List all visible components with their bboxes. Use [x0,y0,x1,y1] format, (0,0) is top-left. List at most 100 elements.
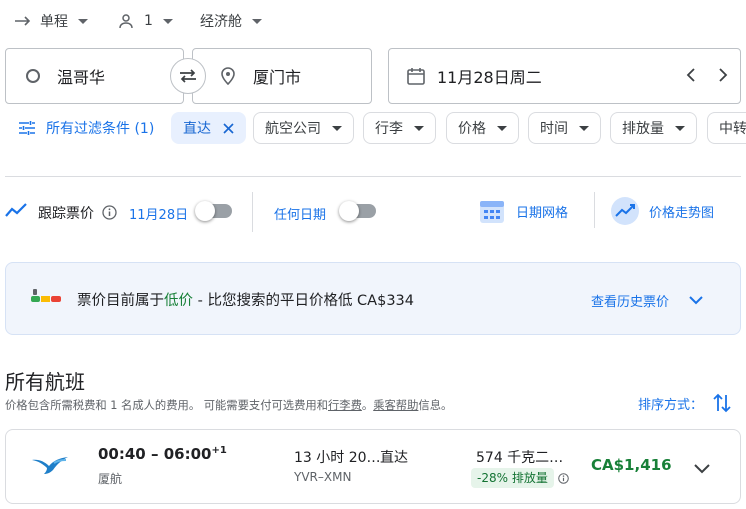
flight-stops: 直达 [380,450,408,466]
any-date-toggle[interactable] [339,201,376,221]
filter-chip-price[interactable]: 价格 [446,112,519,144]
trip-type-select[interactable]: 单程 [14,10,88,32]
chevron-down-icon [694,464,710,474]
info-icon[interactable] [102,205,117,220]
chip-label: 时间 [540,121,568,137]
flight-result-card[interactable]: 00:40 – 06:00+1 厦航 13 小时 20… 直达 YVR–XMN … [5,429,741,504]
track-date-label: 11月28日 [129,208,189,223]
destination-value: 厦门市 [253,68,302,87]
destination-field[interactable]: 厦门市 [192,48,372,104]
cabin-class-label: 经济舱 [200,14,242,30]
flight-duration: 13 小时 20… [294,450,381,466]
next-date-button[interactable] [718,67,728,87]
person-icon [119,14,133,29]
price-note: 价格包含所需税费和 1 名成人的费用。 可能需要支付可选费用和行李费。乘客帮助信… [5,397,452,413]
all-filters-label: 所有过滤条件 (1) [46,121,155,137]
prev-date-button[interactable] [686,67,696,87]
flight-emissions: 574 千克二… [476,450,564,466]
circle-icon [26,69,40,83]
chevron-down-icon [689,296,703,305]
flight-time-range: 00:40 – 06:00 [98,445,212,463]
toggle-knob [339,201,359,221]
chevron-down-icon [252,18,262,24]
track-prices-label: 跟踪票价 [38,206,94,222]
divider [252,192,253,232]
any-date-label: 任何日期 [274,208,327,223]
chevron-down-icon [675,125,685,131]
toggle-knob [195,201,215,221]
date-grid-label: 日期网格 [516,205,569,221]
emissions-badge: -28% 排放量 [471,468,554,488]
passengers-select[interactable]: 1 [118,10,173,32]
info-icon[interactable] [558,473,569,484]
results-heading: 所有航班 [5,370,85,394]
chevron-down-icon [579,125,589,131]
insight-text: 票价目前属于低价 - 比您搜索的平日价格低 CA$334 [77,289,414,310]
chip-label: 价格 [458,121,486,137]
trend-icon [5,203,27,217]
chevron-right-icon [719,68,728,82]
date-grid-icon [480,201,504,223]
passenger-help-link[interactable]: 乘客帮助 [373,399,418,412]
insight-prefix: 票价目前属于 [77,293,164,309]
insight-suffix: - 比您搜索的平日价格低 CA$334 [193,293,415,309]
filter-chip-airlines[interactable]: 航空公司 [253,112,354,144]
expand-flight-button[interactable] [694,459,710,478]
chip-label: 航空公司 [265,121,321,137]
view-price-history-link[interactable]: 查看历史票价 [591,291,703,310]
divider [594,192,595,228]
flight-route: YVR–XMN [294,470,352,484]
day-offset: +1 [211,445,227,456]
calendar-icon [407,68,425,85]
chevron-down-icon [332,125,342,131]
filter-chip-connecting[interactable]: 中转 [707,112,746,144]
note-text: 信息。 [418,399,453,412]
price-graph-button[interactable]: 价格走势图 [610,196,714,226]
chip-label: 直达 [183,121,211,137]
xiamen-airlines-logo [32,457,68,474]
track-date-toggle[interactable] [195,201,232,221]
sort-icon [713,393,731,413]
date-value: 11月28日周二 [437,68,542,87]
chevron-left-icon [686,68,695,82]
swap-button[interactable] [170,58,206,94]
sort-button[interactable]: 排序方式： [638,392,731,414]
filter-chip-bags[interactable]: 行李 [363,112,436,144]
swap-icon [180,69,196,83]
chip-label: 中转 [719,121,746,137]
flight-times: 00:40 – 06:00+1 [98,445,227,463]
passenger-count: 1 [144,13,153,29]
filter-chip-times[interactable]: 时间 [528,112,601,144]
flight-price: CA$1,416 [591,456,672,474]
all-filters-button[interactable]: 所有过滤条件 (1) [18,112,154,144]
price-graph-label: 价格走势图 [649,205,715,221]
note-text: 价格包含所需税费和 1 名成人的费用。 可能需要支付可选费用和 [5,399,328,412]
price-insight-banner: 票价目前属于低价 - 比您搜索的平日价格低 CA$334 查看历史票价 [5,262,741,335]
airline-name: 厦航 [98,472,123,486]
cabin-class-select[interactable]: 经济舱 [200,10,262,32]
date-field[interactable]: 11月28日周二 [388,48,741,104]
close-icon[interactable] [223,122,234,134]
filter-icon [19,121,35,135]
chevron-down-icon [162,18,173,24]
divider [5,176,741,177]
sort-label: 排序方式： [638,397,704,413]
date-grid-button[interactable]: 日期网格 [478,196,568,226]
history-link-label: 查看历史票价 [591,295,670,310]
baggage-fees-link[interactable]: 行李费 [328,399,362,412]
chip-label: 行李 [375,121,403,137]
chip-label: 排放量 [622,121,664,137]
origin-field[interactable]: 温哥华 [5,48,184,104]
price-graph-icon [611,197,639,225]
price-level-label: 低价 [164,293,193,309]
filter-chip-emissions[interactable]: 排放量 [610,112,697,144]
origin-value: 温哥华 [57,68,106,87]
price-level-icon [31,289,63,305]
chevron-down-icon [497,125,507,131]
arrow-right-icon [15,16,31,26]
filter-chip-nonstop[interactable]: 直达 [171,112,246,144]
location-pin-icon [221,67,235,85]
note-text: 。 [361,399,374,412]
chevron-down-icon [414,125,424,131]
chevron-down-icon [78,18,88,24]
